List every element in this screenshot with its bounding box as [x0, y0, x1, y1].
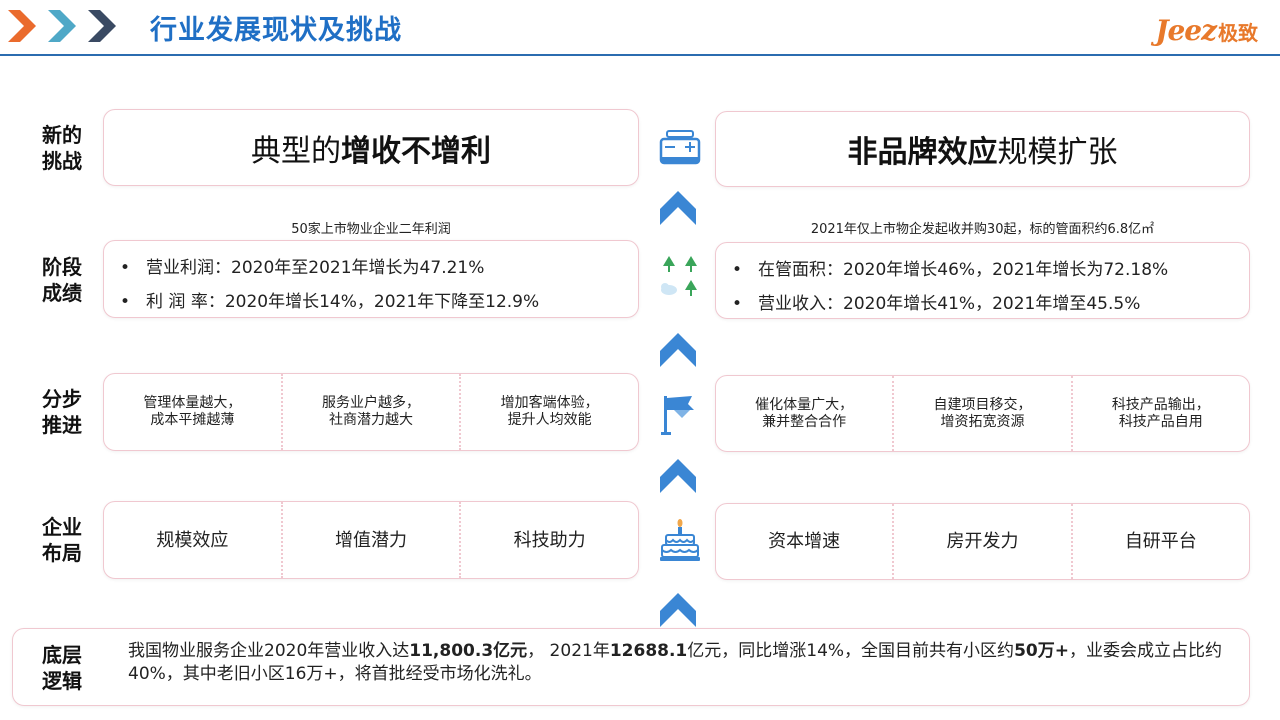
- layout-cell: 自研平台: [1124, 531, 1197, 552]
- cake-icon: [660, 519, 700, 561]
- results-right-list: 在管面积：2020年增长46%，2021年增长为72.18% 营业收入：2020…: [732, 253, 1168, 321]
- chevron-right-icon: [48, 10, 76, 42]
- layout-right-box: 资本增速 房开发力 自研平台: [715, 503, 1250, 580]
- row-label-results: 阶段 成绩: [42, 255, 82, 305]
- steps-right-box: 催化体量广大， 兼并整合合作 自建项目移交， 增资拓宽资源 科技产品输出， 科技产品自…: [715, 375, 1250, 452]
- results-right-box: 在管面积：2020年增长46%，2021年增长为72.18% 营业收入：2020…: [715, 242, 1250, 319]
- results-right-caption: 2021年仅上市物企发起收并购30起，标的管面积约6.8亿㎡: [810, 222, 1155, 237]
- step-cell: 催化体量广大， 兼并整合合作: [716, 376, 895, 451]
- chevron-up-icon: [660, 593, 696, 627]
- step-cell: 科技产品输出， 科技产品自用: [1111, 396, 1210, 430]
- chevron-right-icon: [8, 10, 36, 42]
- row-label-challenge: 新的 挑战: [42, 123, 82, 173]
- step-cell: 管理体量越大， 成本平摊越薄: [104, 374, 283, 450]
- trees-icon: [661, 256, 697, 296]
- layout-cell: 房开发力: [894, 504, 1073, 579]
- list-item: 营业利润：2020年至2021年增长为47.21%: [120, 251, 539, 285]
- logo-chinese: 极致: [1218, 21, 1258, 45]
- results-left-list: 营业利润：2020年至2021年增长为47.21% 利 润 率：2020年增长1…: [120, 251, 539, 319]
- slide-title: 行业发展现状及挑战: [150, 15, 402, 46]
- layout-left-box: 规模效应 增值潜力 科技助力: [103, 501, 639, 579]
- challenge-left-text: 典型的增收不增利: [251, 133, 491, 169]
- row-label-steps: 分步 推进: [42, 387, 82, 437]
- logo-latin: Jeez: [1155, 14, 1217, 47]
- layout-cell: 科技助力: [513, 529, 586, 551]
- challenge-right-text: 非品牌效应规模扩张: [847, 135, 1118, 170]
- step-cell: 服务业户越多， 社商潜力越大: [283, 374, 462, 450]
- layout-cell: 规模效应: [104, 502, 283, 578]
- list-item: 营业收入：2020年增长41%，2021年增至45.5%: [732, 287, 1168, 321]
- list-item: 在管面积：2020年增长46%，2021年增长为72.18%: [732, 253, 1168, 287]
- chevron-right-icon: [88, 10, 116, 42]
- foundation-text: 我国物业服务企业2020年营业收入达11,800.3亿元， 2021年12688…: [128, 641, 1222, 684]
- steps-left-box: 管理体量越大， 成本平摊越薄 服务业户越多， 社商潜力越大 增加客端体验， 提升人均效…: [103, 373, 639, 451]
- row-label-layout: 企业 布局: [42, 515, 82, 565]
- list-item: 利 润 率：2020年增长14%，2021年下降至12.9%: [120, 285, 539, 319]
- results-left-caption: 50家上市物业企业二年利润: [291, 222, 451, 237]
- header-divider: [0, 54, 1280, 56]
- layout-cell: 资本增速: [716, 504, 895, 579]
- step-cell: 增加客端体验， 提升人均效能: [500, 395, 599, 428]
- row-label-foundation: 底层 逻辑: [42, 643, 82, 693]
- battery-icon: [659, 130, 701, 165]
- slide-header: 行业发展现状及挑战 Jeez 极致: [0, 0, 1280, 54]
- chevron-up-icon: [660, 333, 696, 367]
- brand-logo: Jeez 极致: [1155, 14, 1258, 47]
- challenge-left-box: 典型的增收不增利: [103, 109, 639, 186]
- step-cell: 自建项目移交， 增资拓宽资源: [894, 376, 1073, 451]
- challenge-right-box: 非品牌效应规模扩张: [715, 111, 1250, 187]
- flag-icon: [661, 396, 694, 435]
- chevron-up-icon: [660, 459, 696, 493]
- results-left-box: 营业利润：2020年至2021年增长为47.21% 利 润 率：2020年增长1…: [103, 240, 639, 318]
- layout-cell: 增值潜力: [283, 502, 462, 578]
- chevron-up-icon: [660, 191, 696, 225]
